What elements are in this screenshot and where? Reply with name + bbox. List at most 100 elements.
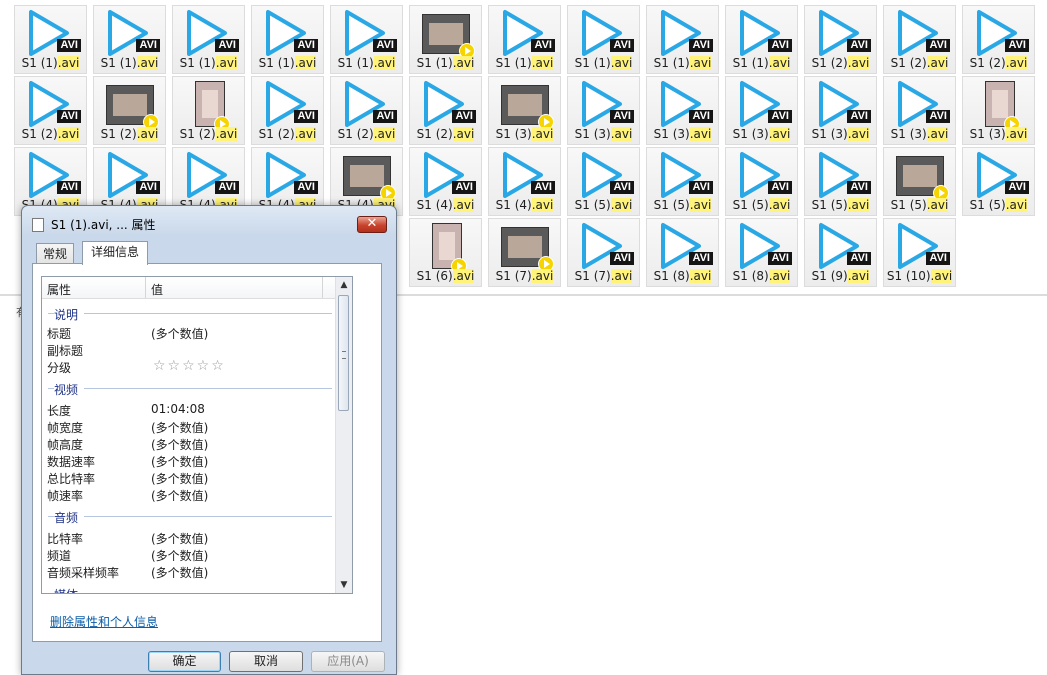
- file-name: S1 (2).avi: [21, 127, 80, 141]
- close-button[interactable]: ✕: [357, 216, 387, 233]
- list-item[interactable]: 标题 (多个数值): [47, 325, 332, 342]
- file-tile[interactable]: AVI S1 (5).avi: [567, 147, 640, 216]
- file-tile[interactable]: AVI S1 (1).avi: [93, 5, 166, 74]
- dialog-titlebar[interactable]: S1 (1).avi, ... 属性 ✕: [22, 206, 396, 242]
- list-item[interactable]: 数据速率 (多个数值): [47, 453, 332, 470]
- tab-details[interactable]: 详细信息: [82, 241, 148, 265]
- avi-badge: AVI: [531, 39, 555, 52]
- avi-badge: AVI: [926, 39, 950, 52]
- list-item[interactable]: 比特率 (多个数值): [47, 530, 332, 547]
- list-item[interactable]: 音频采样频率 (多个数值): [47, 564, 332, 581]
- file-tile[interactable]: AVI S1 (1).avi: [567, 5, 640, 74]
- file-tile[interactable]: S1 (2).avi: [93, 76, 166, 145]
- file-tile[interactable]: AVI S1 (2).avi: [251, 76, 324, 145]
- column-separator[interactable]: [145, 277, 146, 298]
- avi-badge: AVI: [531, 181, 555, 194]
- avi-badge: AVI: [768, 181, 792, 194]
- file-name: S1 (3).avi: [495, 127, 554, 141]
- avi-badge: AVI: [215, 39, 239, 52]
- column-separator[interactable]: [322, 277, 323, 298]
- file-tile[interactable]: AVI S1 (2).avi: [409, 76, 482, 145]
- file-tile[interactable]: AVI S1 (2).avi: [962, 5, 1035, 74]
- scroll-down-arrow-icon[interactable]: ▼: [336, 577, 352, 593]
- avi-badge: AVI: [1005, 39, 1029, 52]
- file-name: S1 (1).avi: [416, 56, 475, 70]
- file-tile[interactable]: S1 (6).avi: [409, 218, 482, 287]
- file-tile[interactable]: AVI S1 (5).avi: [804, 147, 877, 216]
- column-header-value[interactable]: 值: [151, 281, 163, 298]
- avi-badge: AVI: [768, 252, 792, 265]
- remove-properties-link[interactable]: 删除属性和个人信息: [50, 613, 158, 630]
- file-tile[interactable]: AVI S1 (5).avi: [725, 147, 798, 216]
- avi-badge: AVI: [136, 181, 160, 194]
- file-tile[interactable]: AVI S1 (1).avi: [725, 5, 798, 74]
- avi-badge: AVI: [610, 110, 634, 123]
- avi-badge: AVI: [847, 110, 871, 123]
- file-tile[interactable]: AVI S1 (3).avi: [646, 76, 719, 145]
- vertical-scrollbar[interactable]: ▲ ▼: [335, 277, 352, 593]
- file-tile[interactable]: AVI S1 (9).avi: [804, 218, 877, 287]
- file-tile[interactable]: AVI S1 (2).avi: [330, 76, 403, 145]
- file-tile[interactable]: AVI S1 (3).avi: [804, 76, 877, 145]
- video-thumbnail: [422, 14, 475, 59]
- avi-badge: AVI: [294, 39, 318, 52]
- list-item[interactable]: 帧高度 (多个数值): [47, 436, 332, 453]
- file-name: S1 (5).avi: [890, 198, 949, 212]
- file-tile[interactable]: AVI S1 (7).avi: [567, 218, 640, 287]
- file-tile[interactable]: S1 (2).avi: [172, 76, 245, 145]
- file-tile[interactable]: AVI S1 (1).avi: [646, 5, 719, 74]
- file-name: S1 (2).avi: [811, 56, 870, 70]
- file-tile[interactable]: AVI S1 (2).avi: [14, 76, 87, 145]
- file-name: S1 (4).avi: [416, 198, 475, 212]
- video-thumbnail: [195, 81, 230, 132]
- list-item[interactable]: 长度 01:04:08: [47, 402, 332, 419]
- list-item[interactable]: 副标题: [47, 342, 332, 359]
- file-tile[interactable]: AVI S1 (3).avi: [883, 76, 956, 145]
- file-tile[interactable]: AVI S1 (3).avi: [725, 76, 798, 145]
- properties-list[interactable]: 属性 值 说明 标题 (多个数值) 副标题 分级 ☆☆☆☆☆ 视频 长度 01:04…: [41, 276, 353, 594]
- scroll-thumb[interactable]: [338, 295, 349, 411]
- file-tile[interactable]: AVI S1 (1).avi: [330, 5, 403, 74]
- file-name: S1 (10).avi: [886, 269, 953, 283]
- file-name: S1 (2).avi: [890, 56, 949, 70]
- rating-stars[interactable]: ☆☆☆☆☆: [153, 358, 226, 374]
- file-name: S1 (8).avi: [653, 269, 712, 283]
- file-tile[interactable]: S1 (3).avi: [962, 76, 1035, 145]
- list-item[interactable]: 总比特率 (多个数值): [47, 470, 332, 487]
- file-name: S1 (1).avi: [653, 56, 712, 70]
- file-tile[interactable]: AVI S1 (4).avi: [488, 147, 561, 216]
- file-tile[interactable]: AVI S1 (3).avi: [567, 76, 640, 145]
- file-tile[interactable]: AVI S1 (1).avi: [14, 5, 87, 74]
- file-tile[interactable]: AVI S1 (1).avi: [172, 5, 245, 74]
- scroll-up-arrow-icon[interactable]: ▲: [336, 277, 352, 293]
- file-tile[interactable]: AVI S1 (5).avi: [962, 147, 1035, 216]
- avi-badge: AVI: [452, 110, 476, 123]
- file-tile[interactable]: S1 (5).avi: [883, 147, 956, 216]
- list-item[interactable]: 帧速率 (多个数值): [47, 487, 332, 504]
- file-tile[interactable]: AVI S1 (1).avi: [488, 5, 561, 74]
- list-item[interactable]: 帧宽度 (多个数值): [47, 419, 332, 436]
- avi-badge: AVI: [57, 110, 81, 123]
- list-item[interactable]: 分级 ☆☆☆☆☆: [47, 358, 332, 376]
- file-name: S1 (1).avi: [574, 56, 633, 70]
- column-header-property[interactable]: 属性: [47, 281, 71, 298]
- file-name: S1 (3).avi: [890, 127, 949, 141]
- file-tile[interactable]: S1 (1).avi: [409, 5, 482, 74]
- file-tile[interactable]: S1 (3).avi: [488, 76, 561, 145]
- avi-badge: AVI: [57, 181, 81, 194]
- file-tile[interactable]: AVI S1 (8).avi: [646, 218, 719, 287]
- file-tile[interactable]: AVI S1 (2).avi: [883, 5, 956, 74]
- file-tile[interactable]: AVI S1 (4).avi: [409, 147, 482, 216]
- list-item[interactable]: 频道 (多个数值): [47, 547, 332, 564]
- file-name: S1 (1).avi: [337, 56, 396, 70]
- file-tile[interactable]: S1 (7).avi: [488, 218, 561, 287]
- tab-general[interactable]: 常规: [36, 243, 74, 264]
- file-tile[interactable]: AVI S1 (8).avi: [725, 218, 798, 287]
- file-tile[interactable]: AVI S1 (2).avi: [804, 5, 877, 74]
- file-name: S1 (2).avi: [969, 56, 1028, 70]
- file-tile[interactable]: AVI S1 (1).avi: [251, 5, 324, 74]
- file-name: S1 (3).avi: [653, 127, 712, 141]
- avi-badge: AVI: [689, 252, 713, 265]
- file-tile[interactable]: AVI S1 (10).avi: [883, 218, 956, 287]
- file-tile[interactable]: AVI S1 (5).avi: [646, 147, 719, 216]
